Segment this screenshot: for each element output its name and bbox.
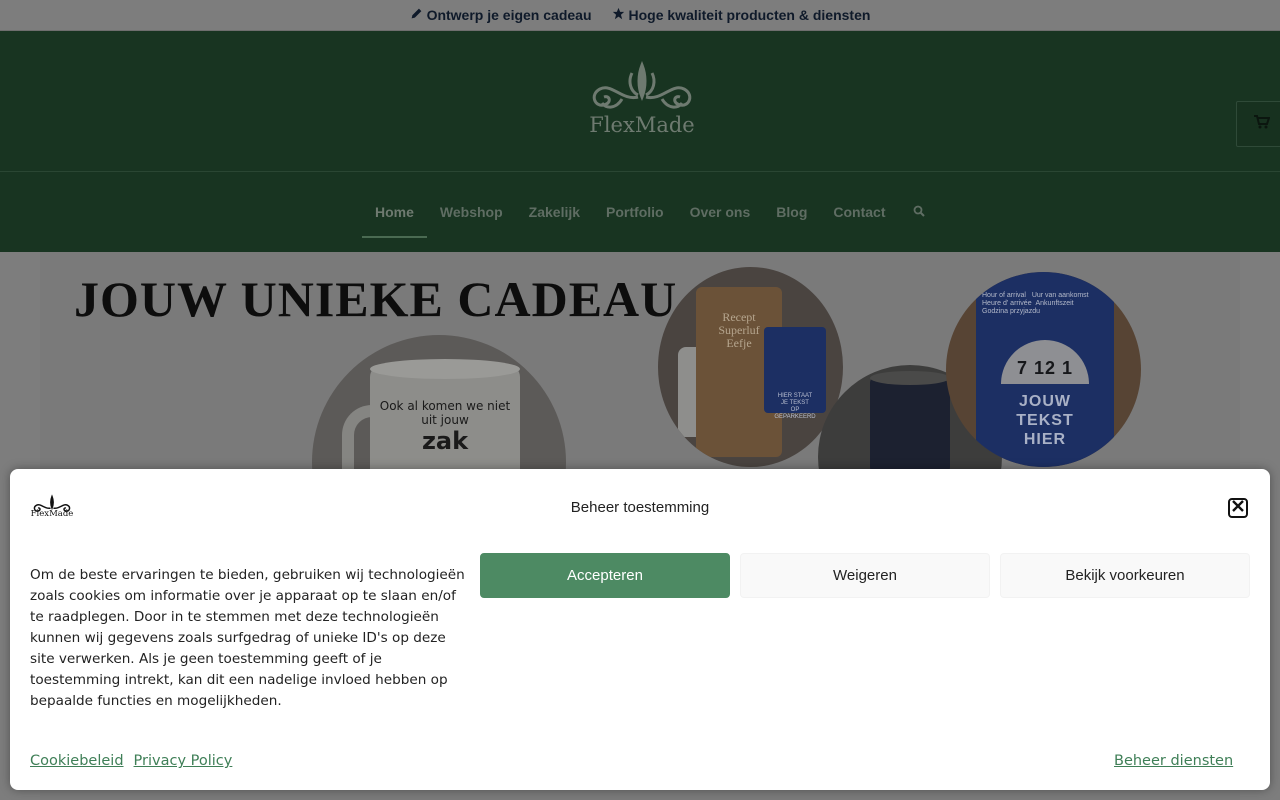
mug-rim [370, 359, 520, 379]
consent-title: Beheer toestemming [570, 499, 710, 516]
view-preferences-button[interactable]: Bekijk voorkeuren [1000, 553, 1250, 598]
disk-text-line: JOUW [1019, 393, 1071, 410]
pencil-icon [410, 7, 423, 23]
disk-head-text: Hour of arrival [982, 292, 1026, 299]
nav-item-portfolio[interactable]: Portfolio [593, 172, 677, 252]
nav-item-webshop[interactable]: Webshop [427, 172, 516, 252]
star-icon [612, 7, 625, 23]
announcement-design: Ontwerp je eigen cadeau [410, 7, 592, 23]
disk-head-text: Godzina przyjazdu [982, 308, 1040, 315]
cookie-policy-link[interactable]: Cookiebeleid [30, 753, 124, 769]
board-product-image: Recept Superluf Eefje HIER STAAT JE TEKS… [658, 267, 843, 467]
parking-disk-header: Hour of arrival Uur van aankomst Heure d… [982, 292, 1112, 316]
parking-disk-product-image: Hour of arrival Uur van aankomst Heure d… [946, 272, 1141, 467]
nav-item-over-ons[interactable]: Over ons [677, 172, 764, 252]
disk-head-text: Uur van aankomst [1031, 292, 1089, 299]
cookie-consent-modal: FlexMade Beheer toestemming Om de beste … [10, 469, 1270, 790]
disk-text-line: HIER [1023, 431, 1067, 448]
parking-disk-number: 7 12 1 [1016, 358, 1074, 378]
parking-disk-text: JOUW TEKST HIER [986, 392, 1104, 449]
mug-print-line: Ook al komen we niet [379, 399, 511, 413]
disk-head-row: Heure d' arrivée Ankunftszeit [982, 300, 1112, 308]
nav-item-home[interactable]: Home [362, 172, 427, 252]
privacy-policy-link[interactable]: Privacy Policy [134, 753, 233, 769]
consent-links: Cookiebeleid Privacy Policy [30, 753, 232, 769]
logo-text: FlexMade [589, 113, 695, 137]
disk-small-line: GEPARKEERD [774, 414, 816, 420]
search-icon [913, 204, 925, 220]
accept-button[interactable]: Accepteren [480, 553, 730, 598]
cart-icon [1254, 114, 1271, 134]
hero-title: JOUW UNIEKE CADEAU [74, 271, 678, 327]
site-header: FlexMade [0, 31, 1280, 172]
nav-item-zakelijk[interactable]: Zakelijk [516, 172, 593, 252]
disk-head-text: Heure d' arrivée [982, 300, 1032, 307]
main-navigation: Home Webshop Zakelijk Portfolio Over ons… [0, 172, 1280, 252]
close-button[interactable] [1228, 498, 1248, 518]
announcement-label: Ontwerp je eigen cadeau [426, 7, 592, 23]
disk-head-text: Ankunftszeit [1035, 300, 1074, 307]
disk-small-line: HIER STAAT [777, 393, 813, 399]
disk-small-line: JE TEKST [781, 400, 809, 406]
disk-head-row: Godzina przyjazdu [982, 308, 1112, 316]
parking-disk-small-text: HIER STAAT JE TEKST OP GEPARKEERD [764, 393, 826, 421]
mug-print: Ook al komen we niet uit jouw zak [370, 399, 520, 455]
nav-item-contact[interactable]: Contact [820, 172, 898, 252]
disk-small-line: OP [790, 407, 800, 413]
mug-print-line: uit jouw [421, 413, 469, 427]
disk-text-line: TEKST [1016, 412, 1074, 429]
nav-item-blog[interactable]: Blog [763, 172, 820, 252]
site-logo[interactable]: FlexMade [582, 60, 702, 141]
consent-message: Om de beste ervaringen te bieden, gebrui… [30, 567, 465, 709]
announcement-quality: Hoge kwaliteit producten & diensten [612, 7, 871, 23]
top-announcement-bar: Ontwerp je eigen cadeau Hoge kwaliteit p… [0, 0, 1280, 31]
logo-ornament-icon [592, 60, 692, 109]
cart-button[interactable] [1236, 101, 1280, 147]
announcement-label: Hoge kwaliteit producten & diensten [628, 7, 871, 23]
nav-search-button[interactable] [899, 172, 939, 252]
deny-button[interactable]: Weigeren [740, 553, 990, 598]
mug-print-big: zak [421, 427, 469, 455]
disk-head-row: Hour of arrival Uur van aankomst [982, 292, 1112, 300]
cup-rim [870, 371, 950, 385]
manage-services-link[interactable]: Beheer diensten [1114, 753, 1233, 769]
close-icon [1232, 499, 1244, 517]
